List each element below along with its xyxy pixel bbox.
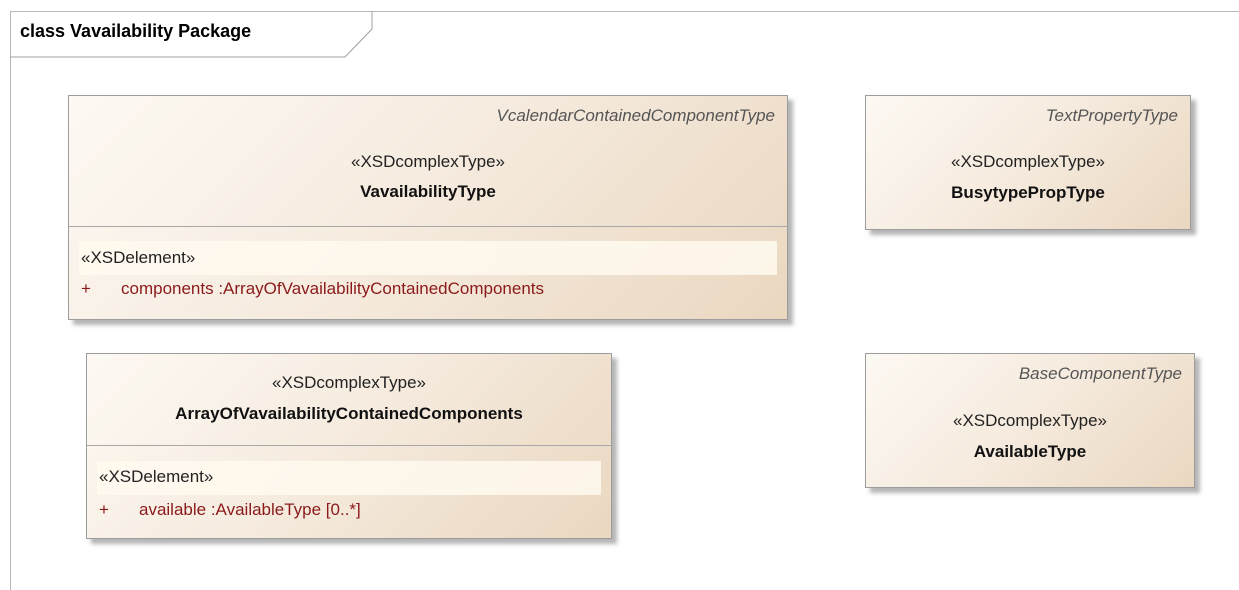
attribute-visibility: + <box>81 279 91 298</box>
attribute-visibility: + <box>99 500 109 519</box>
class-parent-type: TextPropertyType <box>1045 106 1178 125</box>
class-header: TextPropertyType «XSDcomplexType» Busyty… <box>866 96 1190 229</box>
attribute-compartment: «XSDelement» + components :ArrayOfVavaila… <box>69 226 787 319</box>
class-header: VcalendarContainedComponentType «XSDcomp… <box>69 96 787 226</box>
attribute-stereotype: «XSDelement» <box>81 248 196 267</box>
class-busytype-prop-type[interactable]: TextPropertyType «XSDcomplexType» Busyty… <box>865 95 1191 230</box>
attribute-row[interactable]: + available :AvailableType [0..*] <box>99 500 361 520</box>
frame-title: class Vavailability Package <box>20 21 252 41</box>
class-parent-type: VcalendarContainedComponentType <box>496 106 775 125</box>
frame-left-border <box>10 11 11 590</box>
class-parent-type: BaseComponentType <box>1018 364 1182 383</box>
attribute-stereotype: «XSDelement» <box>99 467 214 486</box>
class-name: ArrayOfVavailabilityContainedComponents <box>175 404 523 423</box>
attribute-text: components :ArrayOfVavailabilityContaine… <box>121 279 545 298</box>
class-name: AvailableType <box>973 442 1087 461</box>
class-array-of-vavailability-contained-components[interactable]: «XSDcomplexType» ArrayOfVavailabilityCon… <box>86 353 612 539</box>
class-stereotype: «XSDcomplexType» <box>271 373 427 392</box>
class-stereotype: «XSDcomplexType» <box>952 411 1108 430</box>
attribute-text: available :AvailableType [0..*] <box>139 500 361 519</box>
attribute-row[interactable]: + components :ArrayOfVavailabilityContain… <box>81 279 544 299</box>
class-header: BaseComponentType «XSDcomplexType» Avail… <box>866 354 1194 487</box>
class-name: BusytypePropType <box>951 183 1105 202</box>
attribute-compartment: «XSDelement» + available :AvailableType [… <box>87 445 611 538</box>
class-stereotype: «XSDcomplexType» <box>350 152 506 171</box>
class-name: VavailabilityType <box>360 182 496 201</box>
class-vavailability-type[interactable]: VcalendarContainedComponentType «XSDcomp… <box>68 95 788 320</box>
class-stereotype: «XSDcomplexType» <box>950 152 1106 171</box>
class-header: «XSDcomplexType» ArrayOfVavailabilityCon… <box>87 354 611 445</box>
class-available-type[interactable]: BaseComponentType «XSDcomplexType» Avail… <box>865 353 1195 488</box>
